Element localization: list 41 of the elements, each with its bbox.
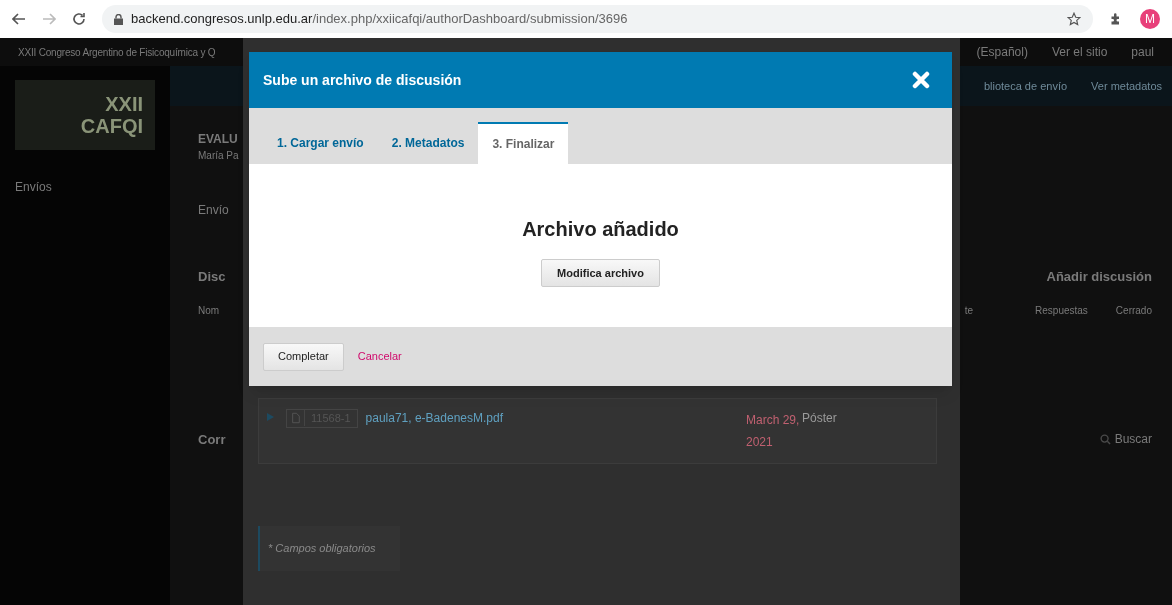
search-icon bbox=[1099, 433, 1111, 445]
complete-button[interactable]: Completar bbox=[263, 342, 344, 371]
modal-title: Sube un archivo de discusión bbox=[263, 70, 462, 90]
column-header: Respuestas bbox=[1035, 303, 1088, 318]
logo-text: XXII bbox=[105, 93, 143, 115]
search-link[interactable]: Buscar bbox=[1099, 430, 1152, 449]
nav-link[interactable]: Ver metadatos bbox=[1091, 77, 1162, 95]
file-type: Póster bbox=[802, 410, 838, 427]
column-header: Cerrado bbox=[1115, 303, 1152, 318]
url-text: backend.congresos.unlp.edu.ar/index.php/xxiicafqi/authorDashboard/submission/3696 bbox=[131, 10, 628, 29]
file-date: March 29, 2021 bbox=[746, 412, 801, 451]
discussion-heading: Disc bbox=[198, 268, 226, 286]
close-icon bbox=[912, 71, 930, 89]
add-discussion-link[interactable]: Añadir discusión bbox=[1046, 267, 1152, 287]
back-icon[interactable] bbox=[12, 12, 26, 26]
reload-icon[interactable] bbox=[72, 12, 86, 26]
star-icon[interactable] bbox=[1067, 12, 1081, 26]
header-link[interactable]: Ver el sitio bbox=[1051, 43, 1108, 61]
modal-heading: Archivo añadido bbox=[522, 217, 679, 242]
header-link[interactable]: paul bbox=[1131, 43, 1154, 61]
step-tab[interactable]: 2. Metadatos bbox=[377, 122, 479, 164]
header-link[interactable]: (Español) bbox=[976, 43, 1028, 61]
correspondence-heading: Corr bbox=[198, 430, 226, 449]
submission-author: María Pa bbox=[198, 149, 239, 163]
address-bar[interactable]: backend.congresos.unlp.edu.ar/index.php/xxiicafqi/authorDashboard/submission/3696 bbox=[102, 5, 1093, 33]
nav-link[interactable]: blioteca de envío bbox=[983, 77, 1068, 95]
modify-file-button[interactable]: Modifica archivo bbox=[541, 259, 660, 287]
sidebar-item[interactable]: Envíos bbox=[15, 178, 155, 196]
site-title: XXII Congreso Argentino de Fisicoquímica y Q bbox=[18, 45, 216, 60]
cancel-link[interactable]: Cancelar bbox=[357, 348, 402, 365]
step-tab[interactable]: 3. Finalizar bbox=[478, 122, 569, 164]
close-button[interactable] bbox=[910, 69, 932, 91]
column-header: Nom bbox=[198, 303, 220, 318]
profile-avatar[interactable]: M bbox=[1140, 9, 1160, 29]
logo-text: CAFQI bbox=[80, 115, 143, 137]
step-tab[interactable]: 1. Cargar envío bbox=[263, 122, 378, 164]
file-name-link[interactable]: paula71, e-BadenesM.pdf bbox=[365, 409, 503, 427]
lock-icon bbox=[114, 13, 123, 25]
column-header: te bbox=[964, 303, 974, 318]
required-note: * Campos obligatorios bbox=[258, 526, 400, 571]
submission-title: EVALU bbox=[198, 131, 238, 148]
